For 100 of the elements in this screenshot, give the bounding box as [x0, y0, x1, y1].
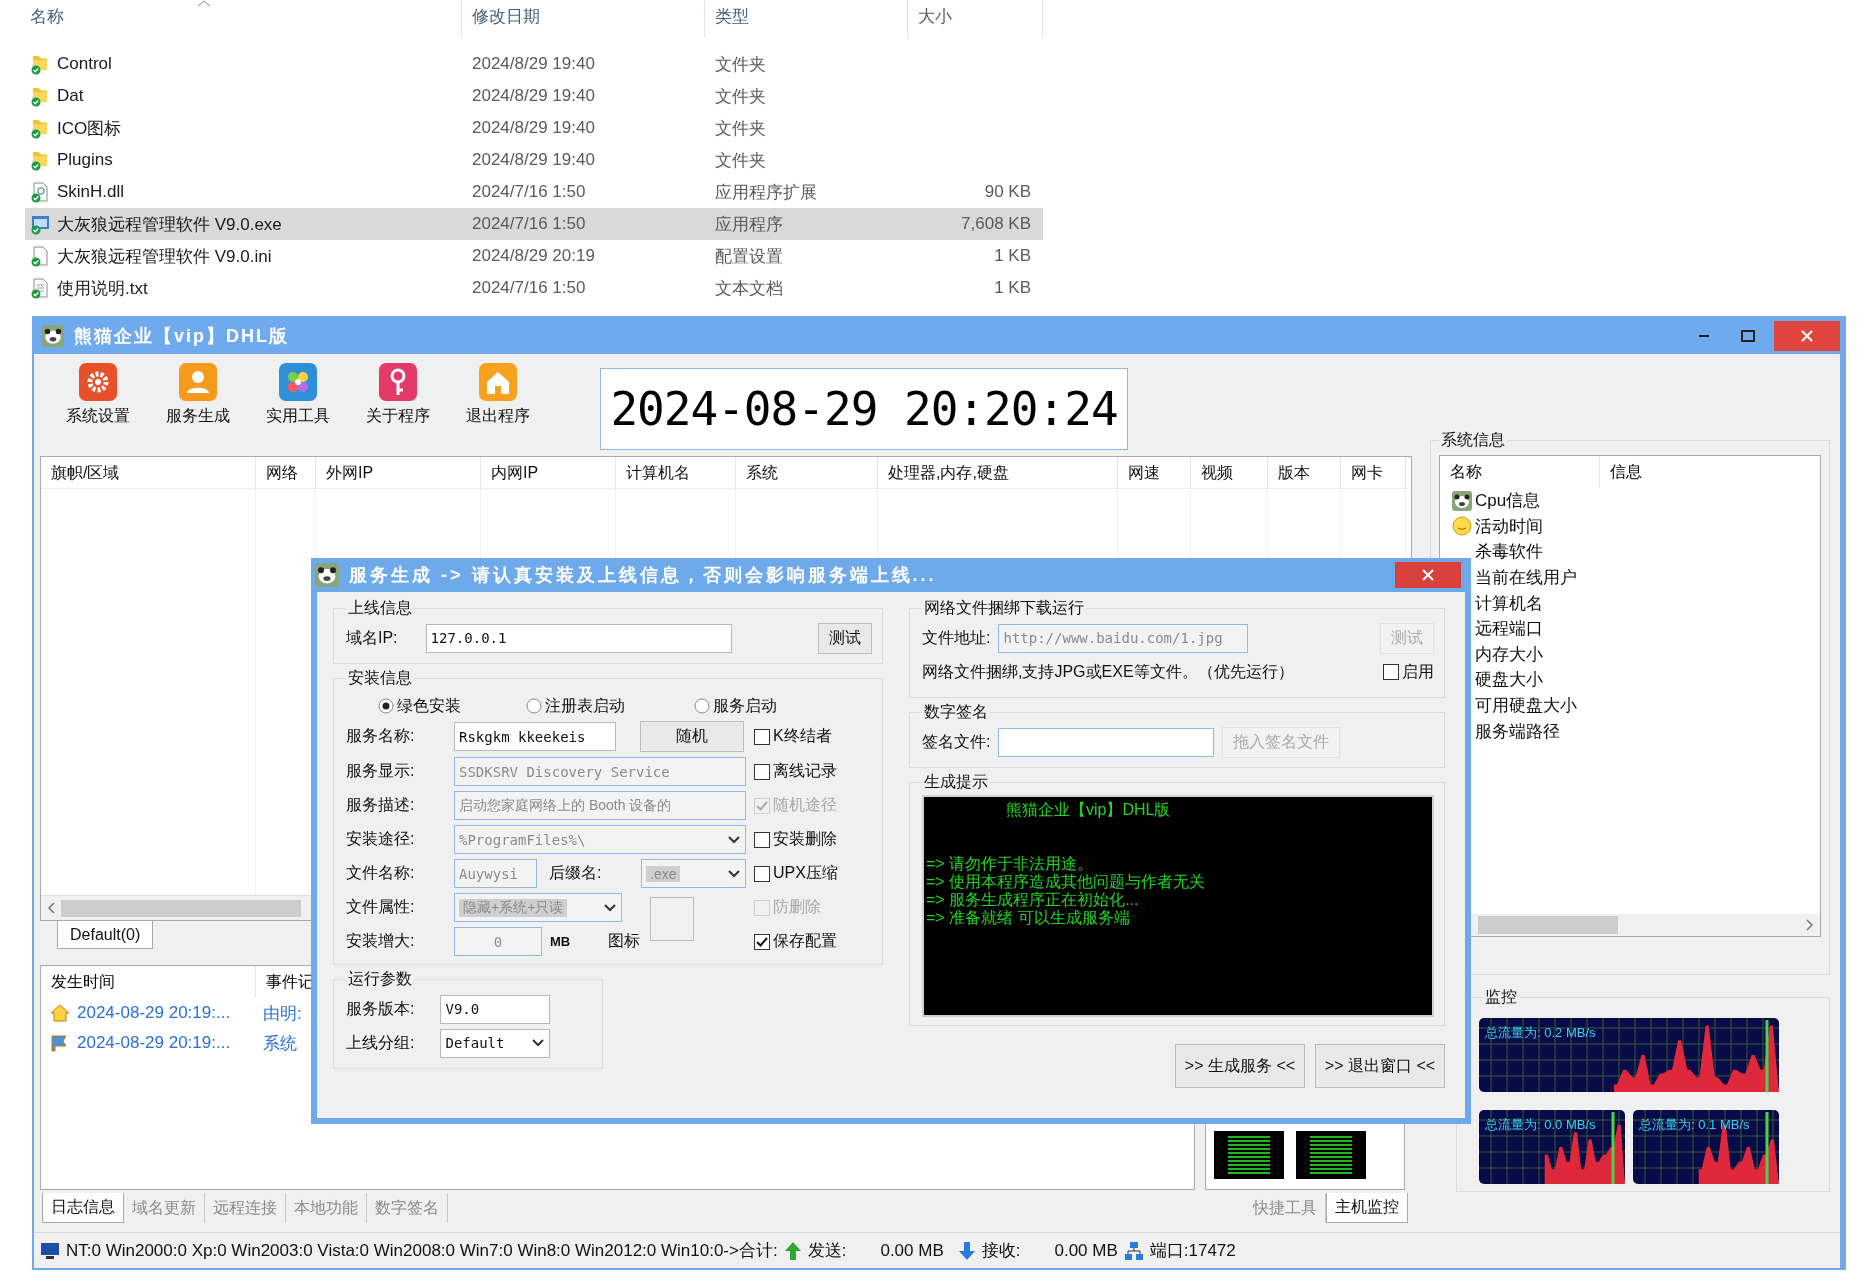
file-row[interactable]: Control 2024/8/29 19:40 文件夹 [25, 48, 1043, 80]
info-item[interactable]: 远程端口 [1475, 617, 1543, 641]
action-button[interactable]: >> 生成服务 << [1175, 1044, 1305, 1088]
button[interactable]: 测试 [818, 622, 872, 654]
date-modified: 2024/8/29 19:40 [471, 86, 596, 106]
scrollbar-thumb[interactable] [1478, 916, 1618, 934]
info-item[interactable]: 计算机名 [1475, 591, 1543, 615]
column-header[interactable]: 网络 [256, 457, 316, 488]
column-header[interactable]: 网卡 [1341, 457, 1406, 488]
column-header[interactable]: 系统 [736, 457, 878, 488]
file-row[interactable]: SkinH.dll 2024/7/16 1:50 应用程序扩展 90 KB [25, 176, 1043, 208]
close-button[interactable] [1774, 321, 1840, 351]
info-item[interactable]: 活动时间 [1475, 514, 1543, 538]
input-field[interactable]: V9.0 [440, 994, 551, 1024]
file-row[interactable]: Plugins 2024/8/29 19:40 文件夹 [25, 144, 1043, 176]
checkbox[interactable] [754, 728, 770, 745]
dialog-title: 服务生成 -> 请认真安装及上线信息，否则会影响服务端上线... [349, 564, 937, 587]
checkbox[interactable] [754, 763, 770, 780]
radio-label[interactable]: 绿色安装 [397, 695, 461, 717]
file-type: 应用程序扩展 [714, 181, 818, 204]
checkbox[interactable] [1383, 664, 1399, 680]
column-header[interactable]: 内网IP [481, 457, 616, 488]
info-item[interactable]: 当前在线用户 [1475, 566, 1577, 590]
toolbar-button[interactable]: 实用工具 [248, 354, 348, 428]
column-header[interactable]: 类型 [715, 7, 749, 26]
field-label: 服务版本: [346, 998, 415, 1019]
checkbox-label[interactable]: K终结者 [773, 726, 832, 747]
monitor-icon [40, 1241, 60, 1260]
radio-label[interactable]: 注册表启动 [545, 695, 625, 717]
file-name: 使用说明.txt [57, 277, 148, 300]
file-name: Dat [57, 86, 84, 106]
toolbar-button[interactable]: 退出程序 [448, 354, 548, 428]
receive-label: 接收: [981, 1240, 1021, 1262]
input-field[interactable] [998, 727, 1215, 757]
tab[interactable]: 日志信息 [42, 1193, 124, 1223]
column-header[interactable]: 网速 [1118, 457, 1191, 488]
radio-button[interactable] [526, 698, 542, 714]
file-row[interactable]: ICO图标 2024/8/29 19:40 文件夹 [25, 112, 1043, 144]
sort-caret-icon [197, 0, 211, 7]
radio-button[interactable] [378, 698, 394, 714]
checkbox[interactable] [754, 933, 770, 950]
checkbox-label[interactable]: UPX压缩 [773, 863, 838, 884]
radio-button[interactable] [694, 698, 710, 714]
input-field[interactable]: Rskgkm kkeekeis [454, 722, 616, 751]
group-title: 系统信息 [1440, 430, 1506, 450]
file-row[interactable]: Dat 2024/8/29 19:40 文件夹 [25, 80, 1043, 112]
file-row[interactable]: 使用说明.txt 2024/7/16 1:50 文本文档 1 KB [25, 272, 1043, 304]
group-tab[interactable]: Default(0) [57, 921, 154, 949]
info-item[interactable]: 服务端路径 [1475, 719, 1560, 743]
field-label: 服务显示: [346, 761, 416, 781]
column-header[interactable]: 版本 [1268, 457, 1341, 488]
input-field[interactable]: 127.0.0.1 [425, 623, 732, 653]
file-row[interactable]: 大灰狼远程管理软件 V9.0.ini 2024/8/29 20:19 配置设置 1 KB [25, 240, 1043, 272]
info-item[interactable]: 硬盘大小 [1475, 668, 1543, 692]
smiley-icon [1452, 516, 1472, 537]
close-button[interactable] [1395, 562, 1461, 588]
info-item[interactable]: 杀毒软件 [1475, 540, 1543, 564]
unit-label: MB [550, 934, 571, 949]
checkbox[interactable] [754, 831, 770, 848]
dropdown[interactable]: Default [440, 1028, 551, 1058]
column-header[interactable]: 名称 [1440, 456, 1600, 488]
column-header[interactable]: 视频 [1191, 457, 1268, 488]
toolbar-button[interactable]: 服务生成 [148, 354, 248, 428]
file-type: 文本文档 [714, 277, 784, 300]
radio-label[interactable]: 服务启动 [713, 695, 777, 717]
info-item[interactable]: 内存大小 [1475, 642, 1543, 666]
column-header[interactable]: 旗帜/区域 [41, 457, 256, 488]
checkbox-label[interactable]: 安装删除 [773, 829, 837, 850]
checkbox-label[interactable]: 离线记录 [773, 761, 837, 782]
date-modified: 2024/8/29 20:19 [471, 246, 596, 266]
checkbox-label[interactable]: 启用 [1402, 661, 1434, 683]
console-line: => 使用本程序造成其他问题与作者无关 [926, 873, 1207, 891]
checkbox[interactable] [754, 865, 770, 882]
down-arrow-icon [957, 1240, 976, 1261]
house-icon [478, 362, 518, 402]
column-header[interactable]: 大小 [918, 7, 952, 26]
info-item[interactable]: 可用硬盘大小 [1475, 694, 1577, 718]
random-button[interactable]: 随机 [640, 721, 744, 752]
column-header[interactable]: 外网IP [316, 457, 481, 488]
scroll-left-icon[interactable] [47, 902, 57, 914]
send-label: 发送: [807, 1240, 847, 1262]
toolbar-button[interactable]: 系统设置 [48, 354, 148, 428]
action-button[interactable]: >> 退出窗口 << [1315, 1044, 1445, 1088]
file-row[interactable]: 大灰狼远程管理软件 V9.0.exe 2024/7/16 1:50 应用程序 7,608 KB [25, 208, 1043, 240]
scroll-right-icon[interactable] [1804, 919, 1814, 931]
up-arrow-icon [783, 1240, 802, 1261]
info-item[interactable]: Cpu信息 [1475, 489, 1541, 513]
caret-icon [727, 834, 741, 845]
checkbox-label[interactable]: 保存配置 [773, 931, 837, 952]
column-header[interactable]: 修改日期 [472, 7, 540, 26]
meter-icon [1214, 1131, 1284, 1179]
column-header[interactable]: 处理器,内存,硬盘 [878, 457, 1118, 488]
tab[interactable]: 主机监控 [1326, 1193, 1408, 1223]
column-header[interactable]: 发生时间 [41, 966, 256, 998]
toolbar-button[interactable]: 关于程序 [348, 354, 448, 428]
field-label: 图标 [608, 931, 641, 951]
column-header[interactable]: 计算机名 [616, 457, 736, 488]
column-header[interactable]: 名称 [30, 7, 64, 26]
log-time: 2024-08-29 20:19:... [77, 1033, 232, 1053]
column-header[interactable]: 信息 [1600, 456, 1642, 488]
